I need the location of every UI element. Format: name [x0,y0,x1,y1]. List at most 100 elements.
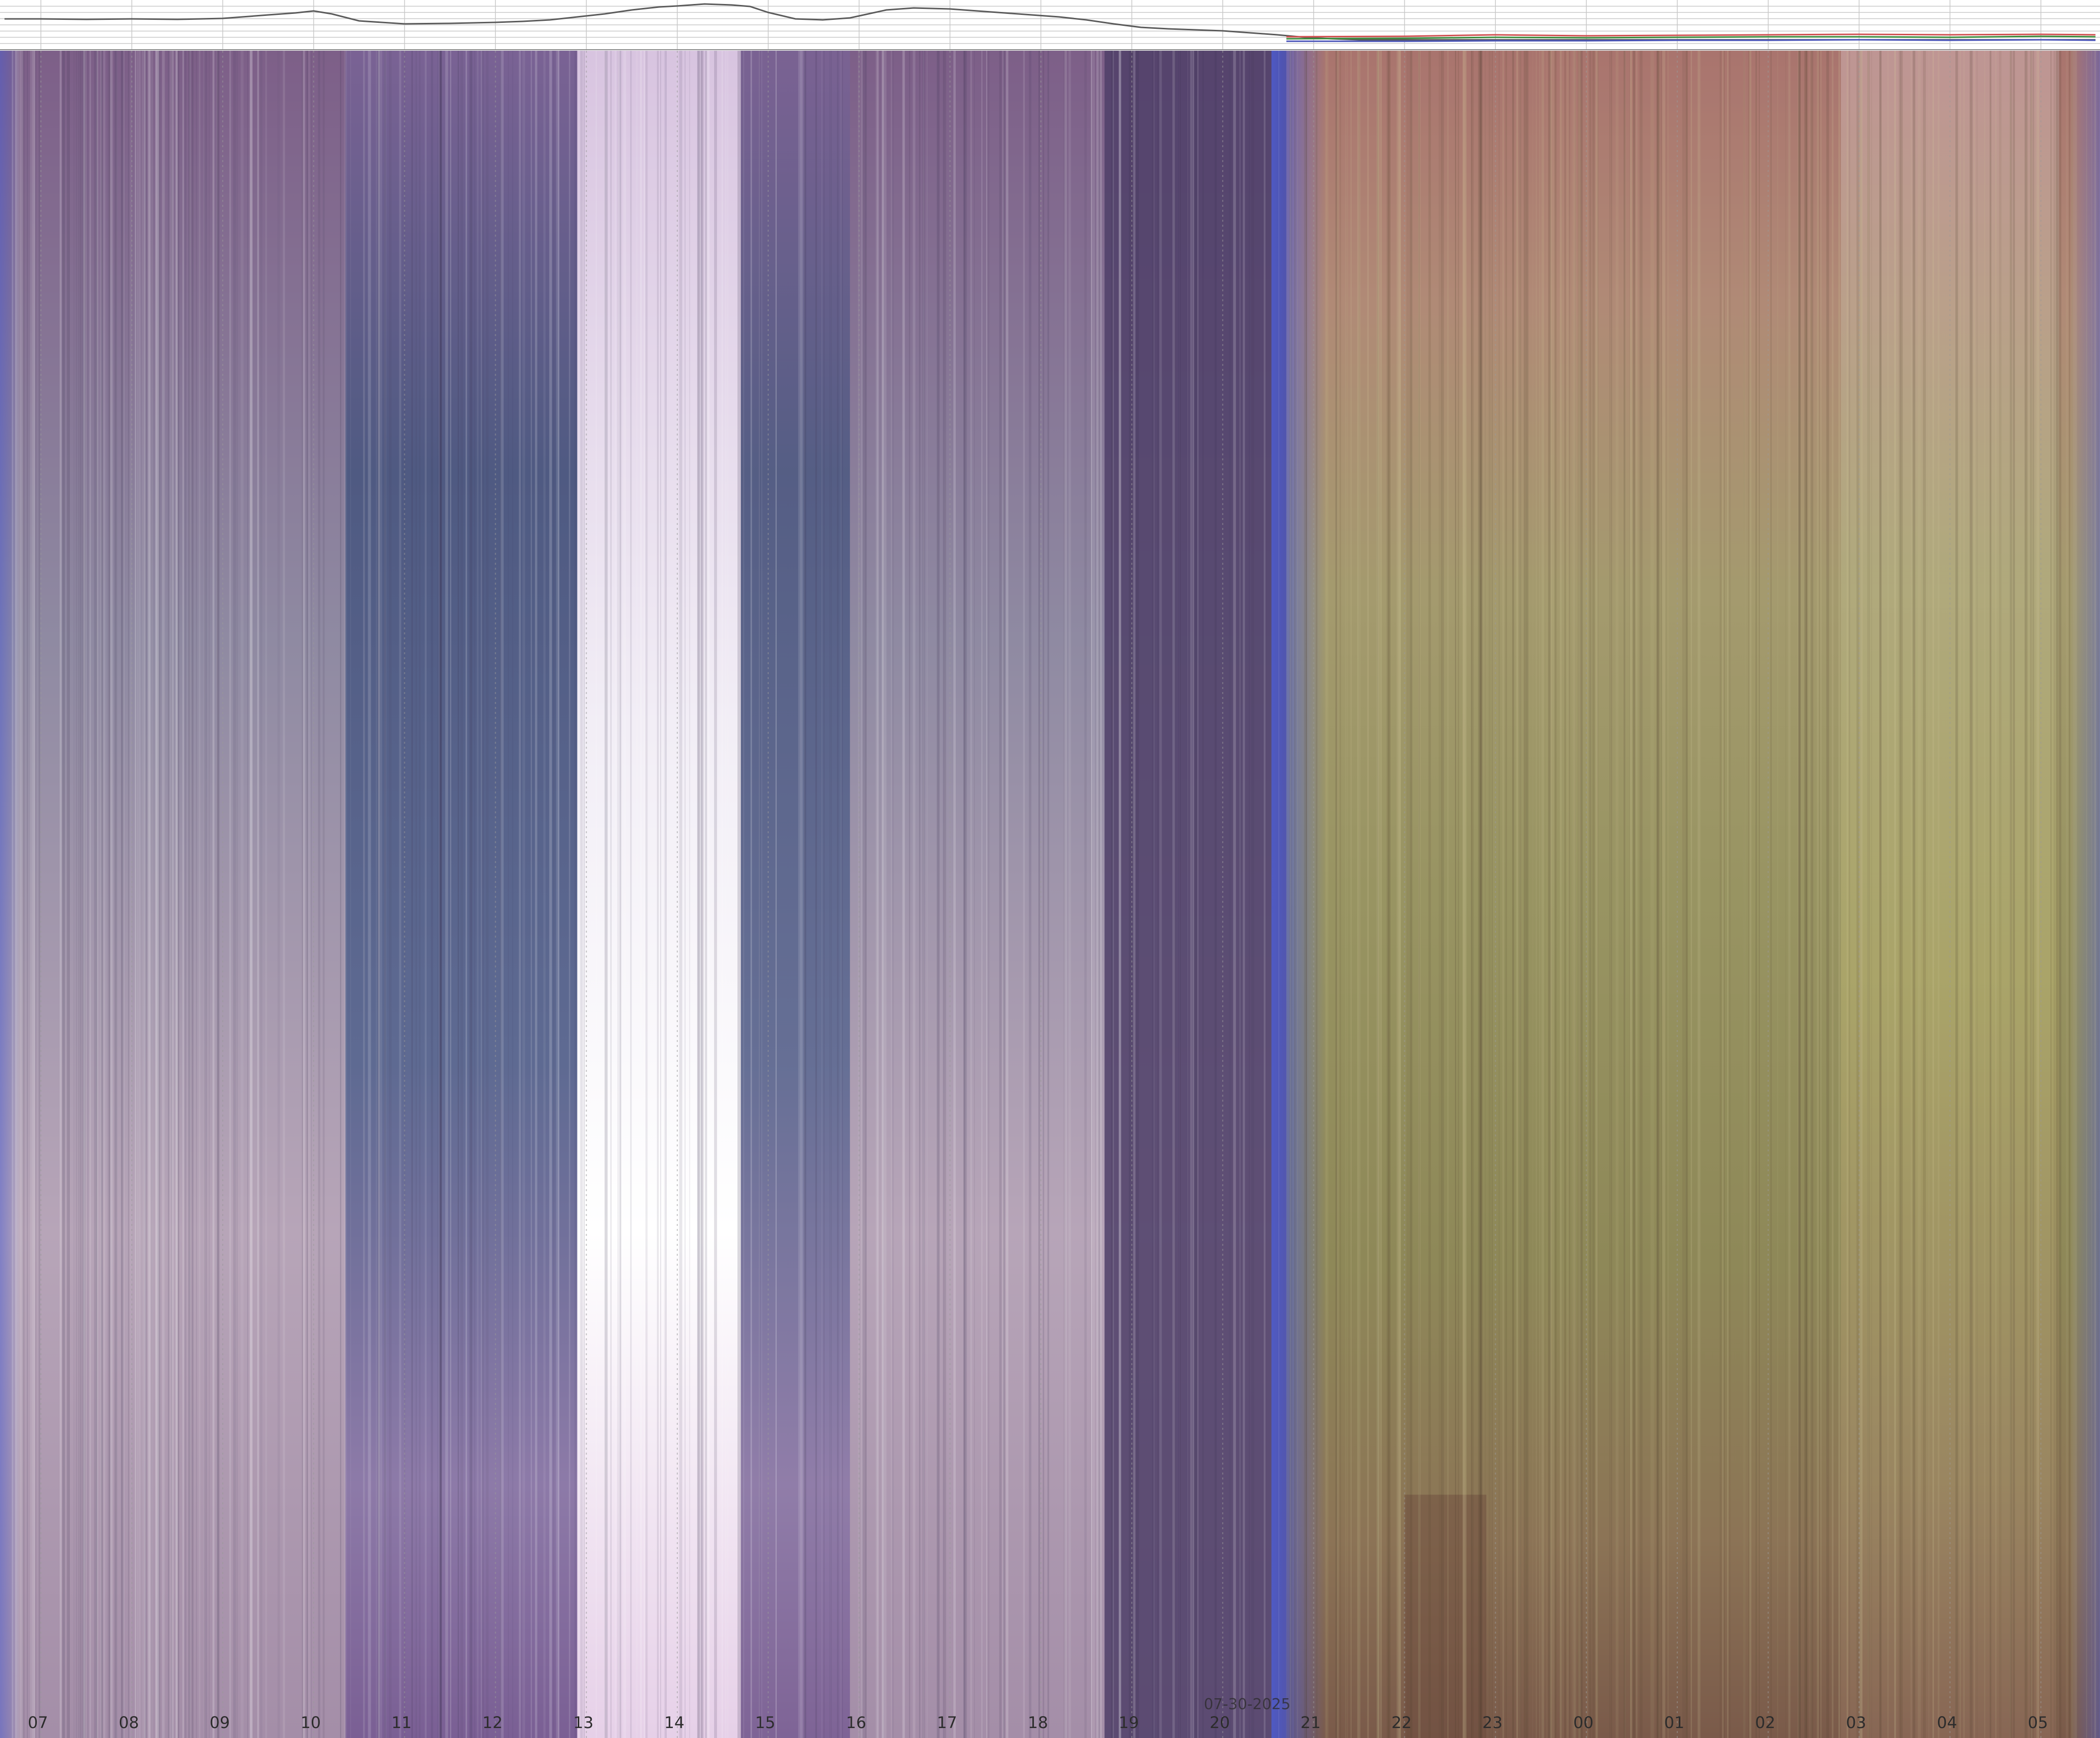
sky-streak [389,51,392,1738]
sky-streak [1539,51,1541,1738]
sky-streak [610,51,612,1738]
sky-streak [369,51,371,1738]
sky-streak [1597,51,1599,1738]
hour-tick-label: 00 [1573,1713,1594,1732]
sky-streak [665,51,667,1738]
sky-streak [1409,51,1413,1738]
sky-streak [1304,51,1307,1738]
sky-streak [1023,51,1025,1738]
sky-streak [1960,51,1961,1738]
sky-streak [999,51,1002,1738]
sky-streak [1922,51,1926,1738]
sky-streak [60,51,62,1738]
sky-streak [681,51,683,1738]
sky-streak [903,51,905,1738]
sky-streak [864,51,867,1738]
sky-streak [986,51,988,1738]
sky-streak [1338,51,1339,1738]
sky-streak [1553,51,1555,1738]
sky-streak [1479,51,1482,1738]
sky-streak [260,51,263,1738]
sky-streak [1910,51,1912,1738]
sky-streak [1458,51,1459,1738]
sky-streak [549,51,552,1738]
night-shadow [1404,1494,1487,1738]
sky-streak [1202,51,1204,1738]
sky-streak [885,51,887,1738]
sky-streak [1662,51,1665,1738]
sky-streak [1595,51,1597,1738]
sky-streak [1826,51,1829,1738]
sky-streak [169,51,170,1738]
sky-streak [1831,51,1833,1738]
sky-streak [469,51,472,1738]
sky-streak [89,51,91,1738]
sky-streak [1729,51,1731,1738]
sky-streak [1038,51,1040,1738]
hour-tick-label: 12 [482,1713,503,1732]
sky-streak [714,51,717,1738]
sky-streak [110,51,113,1738]
sky-streak [1379,51,1382,1738]
sky-streak [205,51,207,1738]
sky-streak [2009,51,2012,1738]
sky-streak [1512,51,1514,1738]
sky-streak [1743,51,1745,1738]
sky-streak [95,51,97,1738]
sky-streak [1777,51,1778,1738]
sky-streak [2066,51,2069,1738]
sky-streak [460,51,463,1738]
sky-streak [1524,51,1526,1738]
sky-streak [862,51,865,1738]
sky-streak [2074,51,2077,1738]
sky-streak [800,51,803,1738]
sky-streak [1611,51,1612,1738]
sky-streak [1192,51,1194,1738]
sky-streak [1251,51,1255,1738]
sky-streak [1900,51,1902,1738]
sky-streak [1399,51,1401,1738]
sky-streak [1418,51,1420,1738]
sky-streak [302,51,303,1738]
sky-streak [705,51,707,1738]
sky-streak [311,51,312,1738]
sky-streak [1589,51,1592,1738]
sky-streak [615,51,616,1738]
sky-streak [62,51,65,1738]
sky-streak [970,51,972,1738]
hour-tick-label: 05 [2028,1713,2048,1732]
sky-streak [1871,51,1872,1738]
sky-streak [212,51,215,1738]
sky-streak [841,51,843,1738]
sky-streak [465,51,467,1738]
hour-tick-label: 15 [755,1713,775,1732]
sky-streak [425,51,427,1738]
sky-streak [617,51,619,1738]
sky-streak [636,51,638,1738]
sky-streak [1406,51,1408,1738]
sky-streak [196,51,197,1738]
sky-streak [1096,51,1099,1738]
sky-streak [80,51,82,1738]
sky-streak [1249,51,1250,1738]
sky-streak [1633,51,1635,1738]
sky-streak [739,51,741,1738]
sky-streak [87,51,89,1738]
sky-streak [419,51,421,1738]
sky-streak [411,51,413,1738]
sky-streak [1326,51,1329,1738]
sky-streak [1264,51,1266,1738]
sky-streak [737,51,739,1738]
sky-streak [1136,51,1139,1738]
sky-streak [217,51,219,1738]
sky-streak [1376,51,1379,1738]
sky-streak [1387,51,1391,1738]
sky-streak [437,51,439,1738]
date-label: 07-30-2025 [1204,1696,1290,1713]
sky-streak [1867,51,1870,1738]
sky-streak [750,51,752,1738]
hour-tick-label: 03 [1846,1713,1866,1732]
sky-streak [1990,51,1992,1738]
sky-streak [38,51,40,1738]
sky-streak [2033,51,2034,1738]
